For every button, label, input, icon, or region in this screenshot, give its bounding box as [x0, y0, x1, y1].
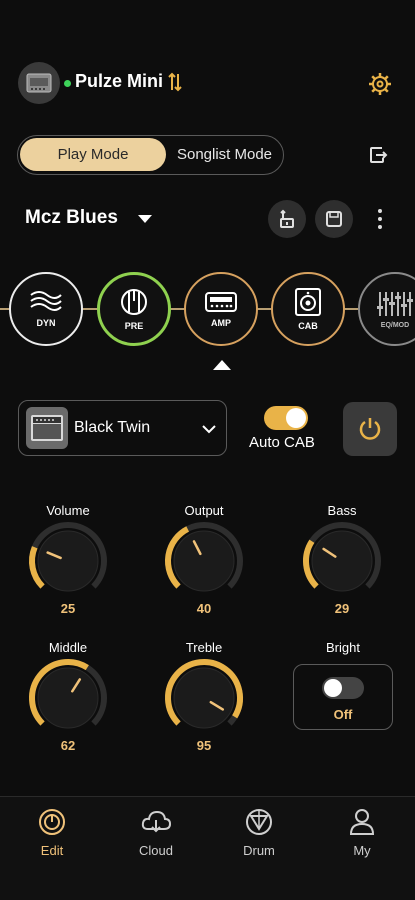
bottom-nav: Edit Cloud Drum My	[0, 796, 415, 900]
knob-label: Volume	[46, 503, 90, 518]
knob-dial	[303, 522, 381, 592]
amp-model-select[interactable]: Black Twin	[18, 400, 227, 456]
bright-label: Bright	[326, 640, 360, 655]
gear-settings-icon[interactable]	[368, 72, 392, 101]
tuner-icon	[280, 209, 294, 228]
power-icon	[359, 418, 381, 440]
volume-knob[interactable]: Volume 25	[23, 503, 113, 623]
nav-label: Edit	[40, 843, 64, 858]
amp-icon	[205, 292, 237, 312]
mode-toggle: Play Mode Songlist Mode	[17, 135, 284, 175]
songlist-mode-button[interactable]: Songlist Mode	[168, 138, 281, 171]
knob-dial	[29, 659, 107, 729]
nav-label: My	[353, 843, 371, 858]
knob-label: Bass	[327, 503, 357, 518]
bright-state: Off	[333, 707, 353, 722]
knob-value: 40	[196, 601, 212, 616]
nav-my[interactable]: My	[322, 807, 402, 867]
preamp-icon	[121, 289, 147, 315]
nav-cloud[interactable]: Cloud	[116, 807, 196, 867]
edit-knob-icon	[39, 809, 65, 835]
amp-model-name: Black Twin	[74, 419, 151, 436]
preset-name[interactable]: Mcz Blues	[25, 207, 118, 229]
app-header: Pulze Mini	[0, 54, 415, 114]
device-name[interactable]: Pulze Mini	[75, 71, 163, 92]
bright-control[interactable]: Off	[293, 664, 393, 730]
knob-body	[173, 667, 235, 729]
auto-cab-label: Auto CAB	[249, 434, 315, 451]
chevron-down-icon	[201, 421, 217, 439]
knob-body	[37, 667, 99, 729]
knob-dial	[165, 522, 243, 592]
nav-label: Cloud	[139, 843, 173, 858]
play-mode-button[interactable]: Play Mode	[20, 138, 166, 171]
knob-dial	[165, 659, 243, 729]
knob-body	[173, 530, 235, 592]
save-icon	[326, 211, 342, 227]
chain-cab[interactable]: CAB	[271, 272, 345, 346]
connection-status-dot	[64, 80, 71, 87]
chain-label: CAB	[298, 321, 318, 331]
knob-label: Output	[184, 503, 224, 518]
cloud-icon	[141, 810, 172, 833]
chain-label: EQ/MOD	[380, 321, 410, 329]
chain-eq-mod[interactable]: EQ/MOD	[358, 272, 415, 346]
knob-dial	[29, 522, 107, 592]
tuner-button[interactable]	[268, 200, 306, 238]
waves-icon	[30, 291, 62, 311]
chain-label: AMP	[211, 318, 231, 328]
output-knob[interactable]: Output 40	[159, 503, 249, 623]
nav-edit[interactable]: Edit	[12, 807, 92, 867]
caret-down-icon[interactable]	[137, 211, 153, 229]
knob-value: 29	[334, 601, 350, 616]
knob-label: Treble	[185, 640, 223, 655]
selected-block-pointer	[213, 360, 231, 370]
bright-toggle[interactable]	[322, 677, 364, 699]
eq-sliders-icon	[377, 291, 413, 316]
knob-body	[37, 530, 99, 592]
bass-knob[interactable]: Bass 29	[297, 503, 387, 623]
power-button[interactable]	[343, 402, 397, 456]
treble-knob[interactable]: Treble 95	[159, 640, 249, 760]
knob-value: 62	[60, 738, 76, 753]
drum-icon	[246, 809, 272, 835]
more-vertical-icon[interactable]	[370, 205, 390, 233]
save-button[interactable]	[315, 200, 353, 238]
chain-label: PRE	[124, 321, 144, 331]
knob-label: Middle	[48, 640, 88, 655]
chain-amp[interactable]: AMP	[184, 272, 258, 346]
chain-dyn[interactable]: DYN	[9, 272, 83, 346]
knob-body	[311, 530, 373, 592]
middle-knob[interactable]: Middle 62	[23, 640, 113, 760]
amp-head-icon[interactable]	[18, 62, 60, 104]
user-icon	[349, 809, 375, 835]
speaker-icon	[295, 288, 321, 316]
knob-value: 95	[196, 738, 212, 753]
chain-label: DYN	[36, 318, 56, 328]
export-icon[interactable]	[368, 145, 388, 170]
nav-drum[interactable]: Drum	[219, 807, 299, 867]
nav-label: Drum	[243, 843, 275, 858]
auto-cab-toggle[interactable]	[264, 406, 308, 430]
amp-thumbnail-icon	[26, 407, 68, 449]
chain-pre[interactable]: PRE	[97, 272, 171, 346]
swap-icon[interactable]	[168, 72, 182, 97]
knob-value: 25	[60, 601, 76, 616]
